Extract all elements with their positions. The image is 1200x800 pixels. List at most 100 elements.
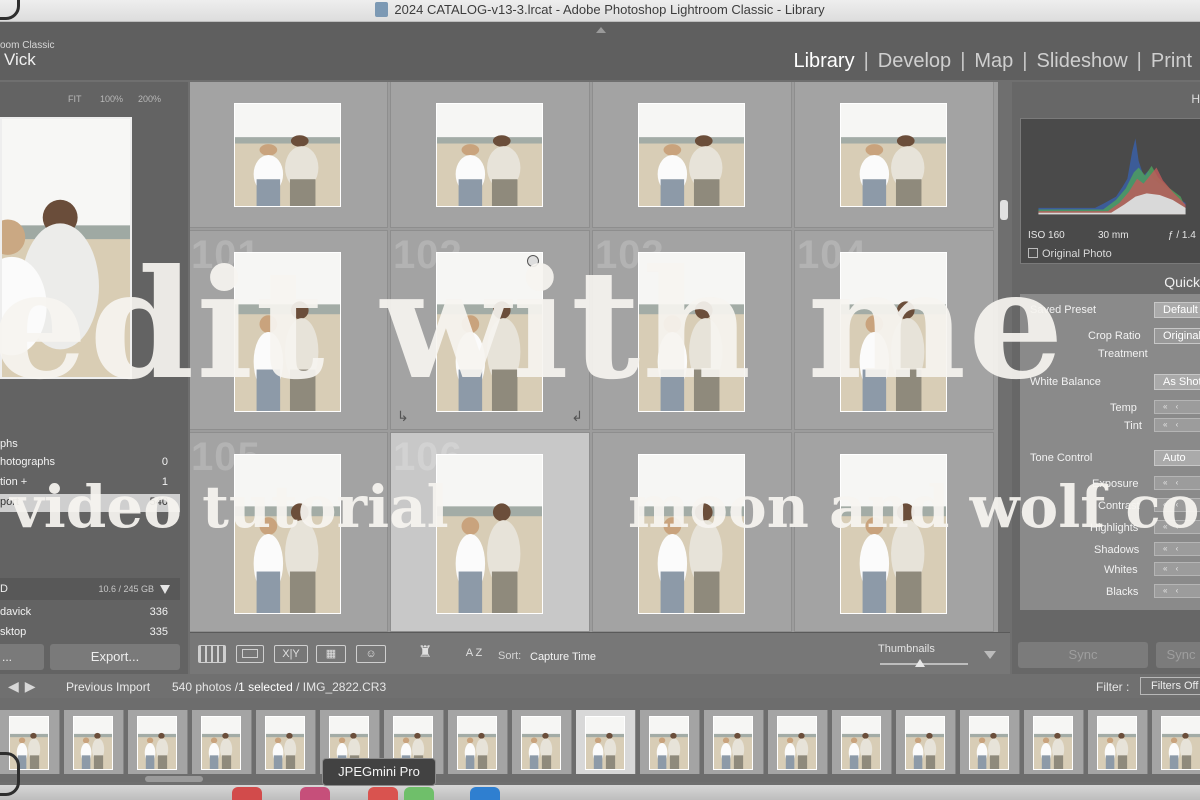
filter-select[interactable]: Filters Off: [1140, 677, 1200, 695]
aperture-value: ƒ / 1.4: [1168, 230, 1196, 241]
sort-direction-icon[interactable]: A Z: [458, 645, 490, 663]
filmstrip-cell[interactable]: [640, 710, 700, 774]
volume-label: D: [0, 583, 8, 595]
filmstrip-thumbnail[interactable]: [585, 716, 625, 770]
dock-app-icon[interactable]: [404, 787, 434, 800]
whites-stepper[interactable]: « ‹: [1154, 562, 1200, 576]
filmstrip-cell[interactable]: [832, 710, 892, 774]
sync-settings-button[interactable]: Sync: [1156, 642, 1200, 668]
sort-select[interactable]: Capture Time: [530, 651, 596, 663]
filmstrip-thumbnail[interactable]: [649, 716, 689, 770]
filmstrip-cell[interactable]: [192, 710, 252, 774]
grid-cell[interactable]: [190, 82, 388, 228]
filmstrip-cell[interactable]: [256, 710, 316, 774]
module-library[interactable]: Library: [793, 50, 854, 72]
module-develop[interactable]: Develop: [878, 50, 951, 72]
filmstrip-thumbnail[interactable]: [73, 716, 113, 770]
thumbnail-size-knob[interactable]: [914, 659, 925, 667]
filmstrip-cell[interactable]: [128, 710, 188, 774]
toolbar-menu-icon[interactable]: [984, 651, 996, 659]
volume-row[interactable]: D 10.6 / 245 GB: [0, 578, 180, 600]
filmstrip-count[interactable]: 540 photos /1 selected / IMG_2822.CR3: [172, 680, 386, 694]
filmstrip-cell[interactable]: [576, 710, 636, 774]
filmstrip-cell[interactable]: [1088, 710, 1148, 774]
filmstrip-thumbnail[interactable]: [905, 716, 945, 770]
survey-view-icon[interactable]: ▦: [316, 645, 346, 663]
folder-row[interactable]: davick 336: [0, 604, 180, 622]
filmstrip-cell[interactable]: [64, 710, 124, 774]
whites-label: Whites: [1104, 564, 1138, 576]
sync-button[interactable]: Sync: [1018, 642, 1148, 668]
zoom-200[interactable]: 200%: [138, 94, 161, 104]
module-slideshow[interactable]: Slideshow: [1037, 50, 1128, 72]
dock-app-icon[interactable]: [368, 787, 398, 800]
dock-app-icon[interactable]: [232, 787, 262, 800]
dock-app-icon[interactable]: [300, 787, 330, 800]
collapse-top-panel-arrow-icon[interactable]: [596, 27, 606, 33]
video-frame-corner: [0, 752, 20, 796]
filmstrip-thumbnail[interactable]: [521, 716, 561, 770]
loupe-view-icon[interactable]: [236, 645, 264, 663]
module-map[interactable]: Map: [974, 50, 1013, 72]
overlay-right-subtitle: moon and wolf co: [628, 473, 1200, 541]
filmstrip-scrollbar[interactable]: [145, 776, 203, 782]
grid-thumbnail[interactable]: [234, 103, 341, 207]
catalog-row[interactable]: phs: [0, 436, 180, 454]
shadows-label: Shadows: [1094, 544, 1140, 556]
filmstrip-thumbnail[interactable]: [777, 716, 817, 770]
back-forward-arrows-icon[interactable]: ◀▶: [8, 678, 42, 695]
tint-label: Tint: [1124, 420, 1142, 432]
grid-cell[interactable]: [390, 82, 590, 228]
catalog-row-label: phs: [0, 438, 18, 450]
grid-thumbnail[interactable]: [840, 103, 947, 207]
spray-can-icon[interactable]: ♜: [418, 645, 432, 663]
filmstrip-cell[interactable]: [512, 710, 572, 774]
grid-cell[interactable]: [592, 82, 792, 228]
temp-label: Temp: [1110, 402, 1137, 414]
filmstrip-cell[interactable]: [960, 710, 1020, 774]
filmstrip-source[interactable]: Previous Import: [66, 680, 150, 694]
filmstrip-thumbnail[interactable]: [137, 716, 177, 770]
grid-cell[interactable]: [794, 82, 994, 228]
filmstrip-thumbnail[interactable]: [1097, 716, 1137, 770]
grid-thumbnail[interactable]: [436, 454, 543, 614]
grid-scrollbar[interactable]: [1000, 200, 1008, 220]
grid-thumbnail[interactable]: [436, 103, 543, 207]
shadows-stepper[interactable]: « ‹: [1154, 542, 1200, 556]
identity-plate-bar: oom Classic Vick Library | Develop | Map | Sli…: [0, 22, 1200, 80]
module-print[interactable]: Print: [1151, 50, 1192, 72]
filmstrip-thumbnail[interactable]: [265, 716, 305, 770]
tint-stepper[interactable]: « ‹: [1154, 418, 1200, 432]
catalog-row[interactable]: hotographs 0: [0, 454, 180, 472]
grid-thumbnail[interactable]: [638, 103, 745, 207]
import-button[interactable]: ...: [0, 644, 44, 670]
filmstrip-thumbnail[interactable]: [713, 716, 753, 770]
grid-view-icon[interactable]: [198, 645, 226, 663]
filmstrip-cell[interactable]: [704, 710, 764, 774]
filmstrip-thumbnail[interactable]: [201, 716, 241, 770]
zoom-fit[interactable]: FIT: [68, 94, 82, 104]
filmstrip-thumbnail[interactable]: [1033, 716, 1073, 770]
filmstrip-cell[interactable]: [1024, 710, 1084, 774]
filmstrip[interactable]: [0, 698, 1200, 782]
histogram-title: H: [1191, 92, 1200, 106]
filmstrip-thumbnail[interactable]: [457, 716, 497, 770]
blacks-stepper[interactable]: « ‹: [1154, 584, 1200, 598]
filmstrip-thumbnail[interactable]: [841, 716, 881, 770]
filmstrip-cell[interactable]: [1152, 710, 1200, 774]
compare-view-icon[interactable]: X|Y: [274, 645, 308, 663]
filmstrip-thumbnail[interactable]: [1161, 716, 1200, 770]
export-button[interactable]: Export...: [50, 644, 180, 670]
filmstrip-cell[interactable]: [448, 710, 508, 774]
filmstrip-cell[interactable]: [768, 710, 828, 774]
dock-app-icon[interactable]: [470, 787, 500, 800]
tone-control-label: Tone Control: [1030, 452, 1093, 464]
folder-row[interactable]: sktop 335: [0, 624, 180, 642]
people-view-icon[interactable]: ☺: [356, 645, 386, 663]
volume-disclosure-icon[interactable]: [160, 585, 170, 594]
filmstrip-cell[interactable]: [896, 710, 956, 774]
filmstrip-thumbnail[interactable]: [969, 716, 1009, 770]
zoom-100[interactable]: 100%: [100, 94, 123, 104]
temp-stepper[interactable]: « ‹: [1154, 400, 1200, 414]
auto-tone-button[interactable]: Auto: [1154, 450, 1200, 466]
